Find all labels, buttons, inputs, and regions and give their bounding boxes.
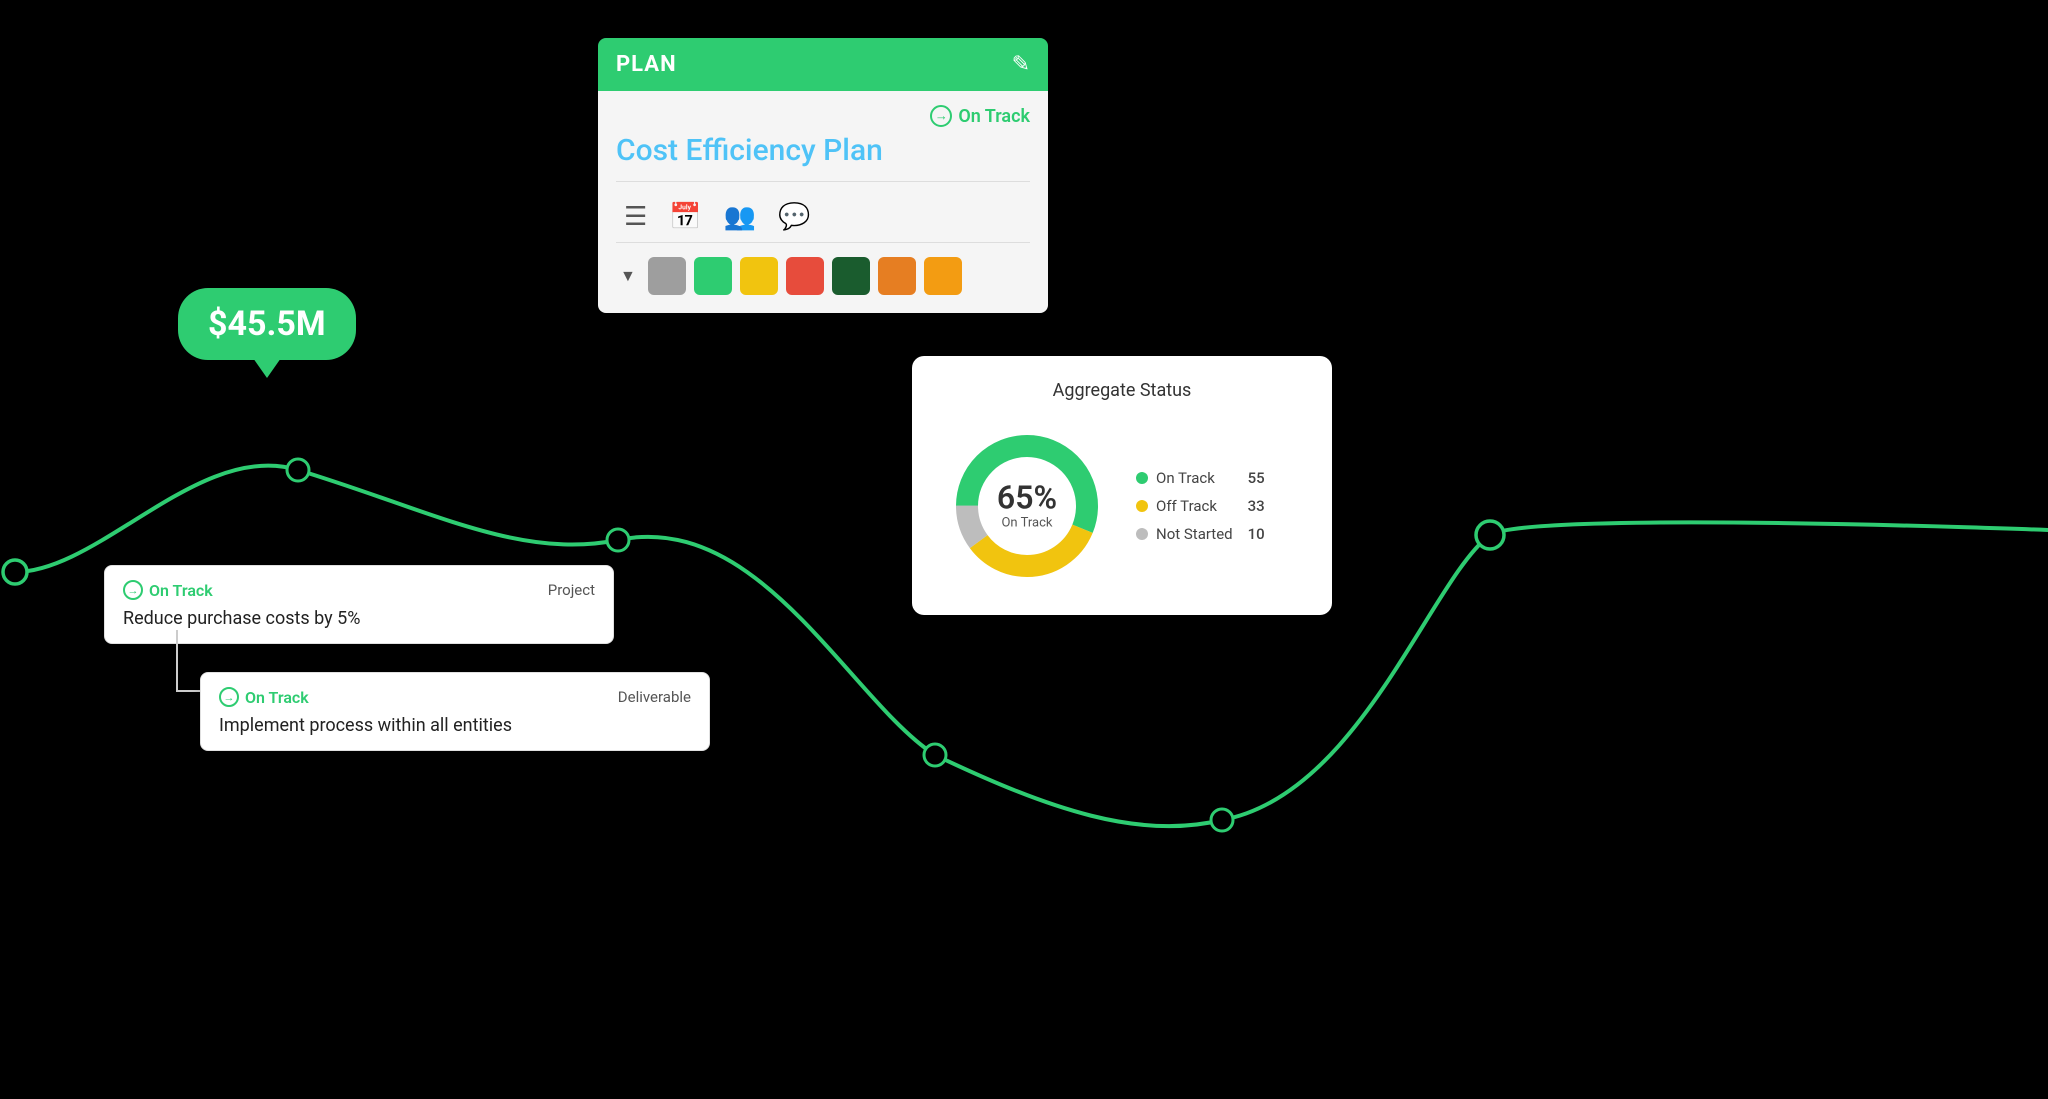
project-card-top: → On Track Project xyxy=(123,580,595,600)
aggregate-content: 65% On Track On Track 55 Off Track 33 No… xyxy=(942,421,1302,591)
edit-icon[interactable]: ✎ xyxy=(1012,52,1030,77)
divider-1 xyxy=(616,181,1030,182)
plan-card-header-title: PLAN xyxy=(616,52,677,77)
node-1 xyxy=(3,560,27,584)
team-icon[interactable]: 👥 xyxy=(724,202,756,232)
color-swatch-dark-green[interactable] xyxy=(832,257,870,295)
legend-dot-off-track xyxy=(1136,500,1148,512)
plan-card-color-swatches: ▼ xyxy=(616,253,1030,303)
color-dropdown-icon[interactable]: ▼ xyxy=(620,266,636,286)
list-icon[interactable]: ☰ xyxy=(624,202,647,232)
status-arrow-icon: → xyxy=(930,105,952,127)
color-swatch-orange[interactable] xyxy=(878,257,916,295)
plan-card-title: Cost Efficiency Plan xyxy=(616,133,1030,169)
legend-label-on-track: On Track xyxy=(1156,469,1233,487)
project-title: Reduce purchase costs by 5% xyxy=(123,608,595,629)
plan-card-status: → On Track xyxy=(616,105,1030,127)
legend-item-off-track: Off Track 33 xyxy=(1136,497,1265,515)
aggregate-legend: On Track 55 Off Track 33 Not Started 10 xyxy=(1136,469,1265,543)
deliverable-status-icon: → xyxy=(219,687,239,707)
value-bubble: $45.5M xyxy=(178,288,356,360)
legend-item-on-track: On Track 55 xyxy=(1136,469,1265,487)
legend-count-not-started: 10 xyxy=(1241,525,1265,543)
color-swatch-gray[interactable] xyxy=(648,257,686,295)
legend-label-off-track: Off Track xyxy=(1156,497,1233,515)
legend-dot-not-started xyxy=(1136,528,1148,540)
node-5 xyxy=(1211,809,1233,831)
deliverable-status: → On Track xyxy=(219,687,309,707)
project-status: → On Track xyxy=(123,580,213,600)
project-type-label: Project xyxy=(548,581,595,599)
plan-card-action-icons: ☰ 📅 👥 💬 xyxy=(616,194,1030,242)
plan-card-body: → On Track Cost Efficiency Plan ☰ 📅 👥 💬 … xyxy=(598,91,1048,313)
legend-item-not-started: Not Started 10 xyxy=(1136,525,1265,543)
status-label: On Track xyxy=(958,106,1030,127)
donut-chart: 65% On Track xyxy=(942,421,1112,591)
project-card: → On Track Project Reduce purchase costs… xyxy=(104,565,614,644)
aggregate-card: Aggregate Status 65% On Track xyxy=(912,356,1332,615)
donut-percent: 65% xyxy=(997,482,1057,514)
deliverable-status-label: On Track xyxy=(245,688,309,707)
project-status-icon: → xyxy=(123,580,143,600)
node-4 xyxy=(924,744,946,766)
donut-label: On Track xyxy=(997,516,1057,531)
deliverable-title: Implement process within all entities xyxy=(219,715,691,736)
plan-card-header: PLAN ✎ xyxy=(598,38,1048,91)
node-6 xyxy=(1476,521,1504,549)
status-badge: → On Track xyxy=(930,105,1030,127)
color-swatch-amber[interactable] xyxy=(924,257,962,295)
aggregate-title: Aggregate Status xyxy=(942,380,1302,401)
bubble-value: $45.5M xyxy=(208,304,326,344)
project-status-label: On Track xyxy=(149,581,213,600)
connector-vertical xyxy=(176,630,178,690)
legend-dot-on-track xyxy=(1136,472,1148,484)
divider-2 xyxy=(616,242,1030,243)
plan-card: PLAN ✎ → On Track Cost Efficiency Plan ☰… xyxy=(598,38,1048,313)
legend-count-on-track: 55 xyxy=(1241,469,1265,487)
donut-center: 65% On Track xyxy=(997,482,1057,531)
calendar-icon[interactable]: 📅 xyxy=(669,202,701,232)
comment-icon[interactable]: 💬 xyxy=(778,202,810,232)
legend-label-not-started: Not Started xyxy=(1156,525,1233,543)
color-swatch-yellow[interactable] xyxy=(740,257,778,295)
color-swatch-red[interactable] xyxy=(786,257,824,295)
node-3 xyxy=(607,529,629,551)
legend-count-off-track: 33 xyxy=(1241,497,1265,515)
deliverable-card-top: → On Track Deliverable xyxy=(219,687,691,707)
color-swatch-green[interactable] xyxy=(694,257,732,295)
deliverable-type-label: Deliverable xyxy=(618,688,691,706)
node-2 xyxy=(287,459,309,481)
deliverable-card: → On Track Deliverable Implement process… xyxy=(200,672,710,751)
